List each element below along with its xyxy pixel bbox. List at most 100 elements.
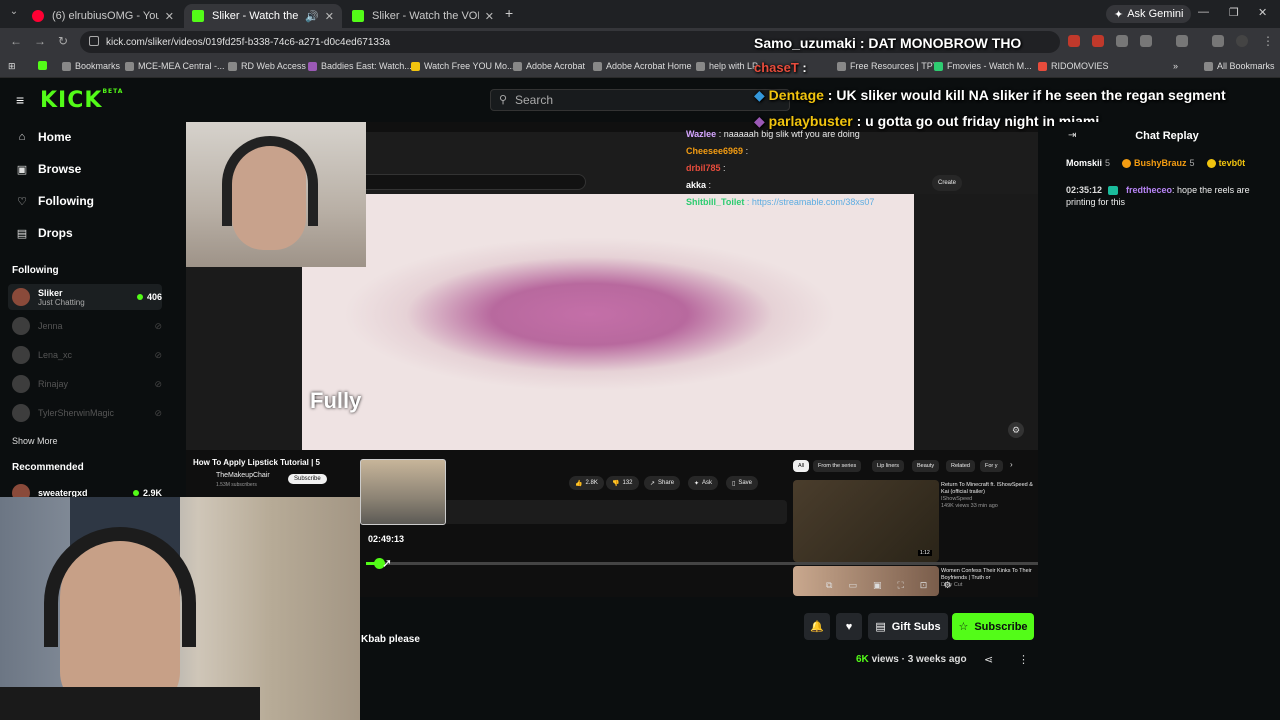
channel-name: Sliker: [38, 287, 63, 298]
picture-in-picture-icon[interactable]: ▣: [873, 580, 882, 591]
bookmark-item[interactable]: Adobe Acrobat: [513, 61, 585, 71]
gift-icon: ▤: [16, 227, 28, 240]
apps-grid-icon[interactable]: ⊞: [8, 61, 16, 72]
settings-icon[interactable]: ⚙: [943, 580, 951, 591]
sidebar-item-home[interactable]: ⌂ Home: [16, 130, 72, 144]
captured-yt-dislike: 👎 132: [606, 476, 639, 490]
sparkle-icon: ✦: [694, 480, 700, 487]
extension-icon[interactable]: [1092, 35, 1104, 47]
gifter-item[interactable]: Momskii 5: [1066, 158, 1110, 168]
extensions-puzzle-icon[interactable]: [1140, 35, 1152, 47]
subscribe-button[interactable]: ☆ Subscribe: [952, 613, 1034, 640]
gifter-item[interactable]: tevb0t: [1206, 158, 1245, 168]
captured-yt-rec-text: Women Confess Their Kinks To Their Boyfr…: [941, 568, 1032, 588]
chevron-right-icon: ›: [1010, 460, 1013, 469]
captured-yt-chip: From the series: [813, 460, 862, 472]
badge-icon: ◆: [754, 87, 765, 103]
bookmark-item[interactable]: Adobe Acrobat Home: [593, 61, 692, 71]
captured-yt-like: 👍 2.8K: [569, 476, 604, 490]
captured-yt-chip: Lip liners: [872, 460, 905, 472]
site-info-icon[interactable]: [89, 36, 99, 46]
tab-youtube[interactable]: (6) elrubiusOMG - YouTube ✕: [24, 4, 182, 28]
captured-yt-chip: All: [793, 460, 810, 472]
following-channel[interactable]: Rinajay ⊘: [8, 371, 162, 397]
share-icon[interactable]: ⋖: [984, 653, 993, 666]
chat-message: 02:35:12 fredtheceo: hope the reels are p…: [1066, 184, 1266, 208]
close-icon[interactable]: ✕: [485, 10, 494, 23]
notifications-button[interactable]: 🔔: [804, 613, 830, 640]
bookmark-item[interactable]: Baddies East: Watch...: [308, 61, 412, 71]
more-options-icon[interactable]: ⋮: [1018, 653, 1029, 666]
heart-icon: ♥: [845, 620, 853, 633]
channel-name: TylerSherwinMagic: [38, 408, 115, 418]
gift-subs-button[interactable]: ▤ Gift Subs: [868, 613, 948, 640]
tab-kick[interactable]: Sliker - Watch the VOD on Kick ✕: [344, 4, 502, 28]
upload-age: 3 weeks ago: [907, 654, 967, 665]
reading-list-icon[interactable]: [1212, 35, 1224, 47]
show-more-link[interactable]: Show More: [12, 436, 58, 446]
offline-icon: ⊘: [154, 407, 162, 418]
following-channel[interactable]: TylerSherwinMagic ⊘: [8, 400, 162, 426]
sidebar-item-drops[interactable]: ▤ Drops: [16, 226, 73, 240]
minimize-icon[interactable]: —: [1198, 6, 1209, 18]
bookmark-item[interactable]: RD Web Access: [228, 61, 306, 71]
close-icon[interactable]: ✕: [325, 10, 334, 23]
cast-icon[interactable]: ⊡: [920, 580, 928, 591]
new-tab-button[interactable]: +: [505, 5, 513, 21]
speaker-icon[interactable]: 🔊: [305, 10, 319, 23]
bookmark-item[interactable]: help with LP: [696, 61, 758, 71]
seek-bar[interactable]: [366, 558, 1038, 569]
ask-gemini-button[interactable]: ✦ Ask Gemini: [1106, 5, 1192, 23]
theater-mode-icon[interactable]: ▭: [848, 580, 857, 591]
bookmark-item[interactable]: Fmovies - Watch M...: [934, 61, 1032, 71]
restore-icon[interactable]: ❐: [1229, 6, 1239, 19]
extension-icon[interactable]: [1068, 35, 1080, 47]
tab-kick-active[interactable]: Sliker - Watch the VOD on 🔊 ✕: [184, 4, 342, 28]
top-gifters: Momskii 5 BushyBrauz 5 tevb0t: [1066, 158, 1245, 168]
star-icon: [62, 61, 71, 71]
captured-yt-rec-text: Return To Minecraft ft. IShowSpeed & Kai…: [941, 482, 1033, 509]
close-icon[interactable]: ✕: [165, 10, 174, 23]
extension-icon[interactable]: [1116, 35, 1128, 47]
profile-avatar[interactable]: [1236, 35, 1248, 47]
following-channel[interactable]: Jenna ⊘: [8, 313, 162, 339]
reload-icon[interactable]: ↻: [58, 34, 68, 48]
bookmark-item[interactable]: Watch Free YOU Mo...: [411, 61, 515, 71]
bookmark-item[interactable]: RIDOMOVIES: [1038, 61, 1109, 71]
extension-icon[interactable]: [1176, 35, 1188, 47]
search-placeholder: Search: [515, 93, 554, 107]
all-bookmarks[interactable]: All Bookmarks: [1204, 61, 1275, 71]
browser-menu-icon[interactable]: ⋮: [1262, 34, 1274, 48]
following-channel-sliker[interactable]: Sliker Just Chatting 406: [8, 284, 162, 310]
captured-yt-chip: Related: [946, 460, 975, 472]
channel-name: Rinajay: [38, 379, 69, 389]
avatar: [12, 317, 30, 335]
avatar: [12, 375, 30, 393]
bookmark-favicon: [228, 61, 237, 71]
menu-icon[interactable]: ≡: [16, 92, 24, 108]
fullscreen-icon[interactable]: ⛶: [897, 580, 903, 591]
clip-icon[interactable]: ⧉: [826, 580, 832, 591]
kick-logo[interactable]: KICKBETA: [40, 88, 123, 113]
streamer-webcam-large: [0, 497, 360, 720]
bookmark-item[interactable]: MCE-MEA Central -...: [125, 61, 225, 71]
browser-tab-bar: ⌄ (6) elrubiusOMG - YouTube ✕ Sliker - W…: [0, 0, 1280, 28]
tab-search-icon[interactable]: ⌄: [6, 6, 22, 22]
search-input[interactable]: ⚲ Search: [490, 89, 790, 111]
back-icon[interactable]: ←: [10, 34, 22, 48]
badge-icon: ◆: [754, 113, 765, 129]
bookmark-item[interactable]: Free Resources | TPT: [837, 61, 938, 71]
following-channel[interactable]: Lena_xc ⊘: [8, 342, 162, 368]
chat-username[interactable]: fredtheceo: [1126, 185, 1172, 195]
bookmark-kick[interactable]: [38, 61, 47, 70]
bookmarks-overflow-icon[interactable]: »: [1173, 61, 1178, 71]
sidebar-item-following[interactable]: ♡ Following: [16, 194, 94, 208]
follow-button[interactable]: ♥: [836, 613, 862, 640]
forward-icon[interactable]: →: [34, 34, 46, 48]
sidebar-item-browse[interactable]: ▣ Browse: [16, 162, 82, 176]
share-icon: ↗: [650, 480, 656, 487]
gifter-item[interactable]: BushyBrauz 5: [1122, 158, 1195, 168]
bookmark-item[interactable]: Bookmarks: [62, 61, 120, 71]
window-close-icon[interactable]: ✕: [1258, 6, 1267, 19]
following-section-title: Following: [12, 265, 59, 276]
